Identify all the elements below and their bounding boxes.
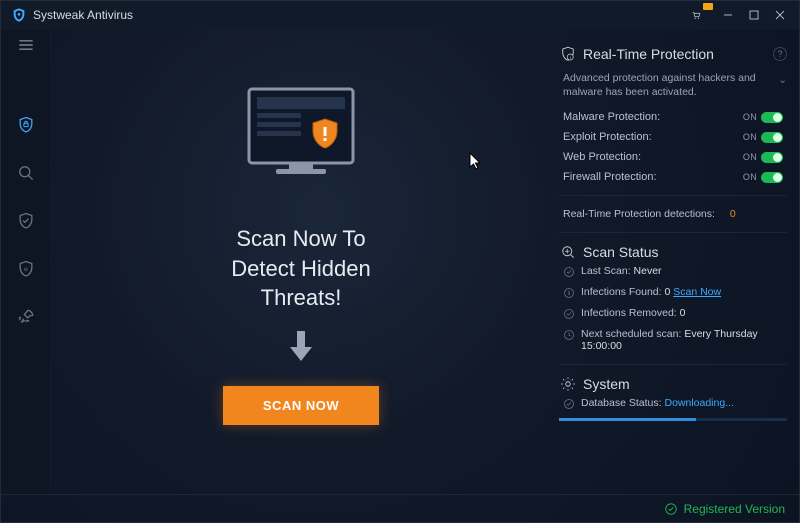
close-icon: [775, 10, 785, 20]
switch-web[interactable]: [761, 152, 783, 163]
minimize-button[interactable]: [715, 5, 741, 25]
switch-firewall[interactable]: [761, 172, 783, 183]
check-circle-icon: [563, 398, 575, 410]
monitor-illustration: [231, 79, 371, 204]
rtp-detections: Real-Time Protection detections: 0: [563, 208, 783, 220]
minimize-icon: [723, 10, 733, 20]
scan-status-title: Scan Status: [583, 244, 659, 260]
scan-status-heading: Scan Status: [559, 243, 787, 261]
sidebar-item-shield[interactable]: [1, 197, 51, 245]
search-icon: [16, 163, 36, 183]
check-circle-icon: [664, 502, 678, 516]
headline-line-1: Scan Now To: [231, 224, 370, 254]
rtp-heading: i Real-Time Protection ?: [559, 45, 787, 63]
cart-button[interactable]: [683, 5, 709, 25]
toggle-web: Web Protection: ON: [563, 151, 783, 163]
info-icon: [563, 287, 575, 299]
switch-malware[interactable]: [761, 112, 783, 123]
gear-icon: [559, 375, 577, 393]
scan-icon: [559, 243, 577, 261]
check-circle-icon: [563, 266, 575, 278]
headline-line-2: Detect Hidden: [231, 254, 370, 284]
scan-now-link[interactable]: Scan Now: [673, 286, 721, 298]
center-panel: Scan Now To Detect Hidden Threats! SCAN …: [51, 29, 551, 494]
right-panel: i Real-Time Protection ? Advanced protec…: [551, 29, 799, 494]
sidebar-item-scan[interactable]: [1, 149, 51, 197]
titlebar: Systweak Antivirus: [1, 1, 799, 29]
svg-text:e: e: [24, 266, 28, 273]
cart-badge: [703, 3, 713, 10]
cart-icon: [691, 10, 701, 20]
system-title: System: [583, 376, 630, 392]
footer-status: Registered Version: [684, 502, 785, 516]
sidebar-item-protection[interactable]: [1, 101, 51, 149]
infections-found-row: Infections Found: 0 Scan Now: [563, 286, 783, 299]
system-heading: System: [559, 375, 787, 393]
next-scan-row: Next scheduled scan: Every Thursday 15:0…: [563, 328, 783, 352]
close-button[interactable]: [767, 5, 793, 25]
headline: Scan Now To Detect Hidden Threats!: [231, 224, 370, 313]
shield-info-icon: i: [559, 45, 577, 63]
footer: Registered Version: [1, 494, 799, 522]
shield-e-icon: e: [16, 259, 36, 279]
sidebar-item-exploit[interactable]: e: [1, 245, 51, 293]
toggle-label: Firewall Protection:: [563, 171, 657, 183]
infections-removed-row: Infections Removed: 0: [563, 307, 783, 320]
body: e: [1, 29, 799, 494]
rtp-title: Real-Time Protection: [583, 46, 714, 62]
db-status-row: Database Status: Downloading...: [563, 397, 783, 410]
toggle-label: Web Protection:: [563, 151, 641, 163]
toggle-exploit: Exploit Protection: ON: [563, 131, 783, 143]
clock-icon: [563, 329, 575, 341]
maximize-icon: [749, 10, 759, 20]
svg-text:i: i: [570, 55, 571, 60]
app-window: Systweak Antivirus e: [0, 0, 800, 523]
help-button[interactable]: ?: [773, 47, 787, 61]
scan-now-button[interactable]: SCAN NOW: [223, 386, 379, 425]
app-logo-icon: [11, 7, 27, 23]
toggle-label: Exploit Protection:: [563, 131, 652, 143]
chevron-down-icon: ⌄: [778, 73, 787, 87]
headline-line-3: Threats!: [231, 283, 370, 313]
sidebar: e: [1, 29, 51, 494]
app-title: Systweak Antivirus: [33, 8, 133, 22]
db-progress: [559, 418, 787, 421]
shield-check-icon: [16, 211, 36, 231]
main: Scan Now To Detect Hidden Threats! SCAN …: [51, 29, 799, 494]
check-circle-icon: [563, 308, 575, 320]
hamburger-icon: [16, 35, 36, 55]
rtp-note[interactable]: Advanced protection against hackers and …: [563, 71, 787, 99]
switch-exploit[interactable]: [761, 132, 783, 143]
sidebar-item-boost[interactable]: [1, 293, 51, 341]
toggle-malware: Malware Protection: ON: [563, 111, 783, 123]
toggle-firewall: Firewall Protection: ON: [563, 171, 783, 183]
rocket-icon: [16, 307, 36, 327]
maximize-button[interactable]: [741, 5, 767, 25]
toggle-label: Malware Protection:: [563, 111, 660, 123]
last-scan-row: Last Scan: Never: [563, 265, 783, 278]
down-arrow-icon: [286, 329, 316, 368]
shield-lock-icon: [16, 115, 36, 135]
db-status-value: Downloading...: [664, 397, 733, 409]
menu-button[interactable]: [1, 29, 51, 61]
